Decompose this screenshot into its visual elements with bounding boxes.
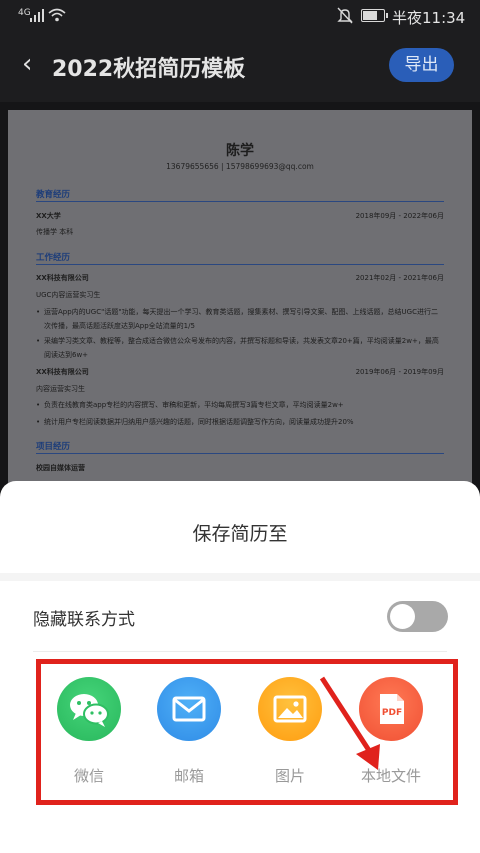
job-company: XX科技有限公司: [36, 368, 89, 376]
export-button[interactable]: 导出: [389, 48, 454, 82]
hide-contact-label: 隐藏联系方式: [33, 610, 135, 630]
network-type: 4G: [18, 8, 31, 18]
job-bullet: 采编学习类文章、教程等，整合成适合微信公众号发布的内容，并撰写标题和导读，共发表…: [36, 334, 444, 362]
job-bullet: 运营App内的UGC"话题"功能，每天提出一个学习、教育类话题，搜集素材、撰写引…: [36, 305, 444, 333]
job-role: UGC内容运营实习生: [36, 291, 101, 299]
job-bullet: 统计用户专栏阅读数据并归纳用户感兴趣的话题，同时根据话题调整写作方向，阅读量成功…: [36, 415, 444, 429]
highlight-box: [36, 659, 458, 805]
status-bar: 4G 半夜11:34: [0, 0, 480, 32]
battery-icon: [361, 9, 388, 22]
job-company: XX科技有限公司: [36, 274, 89, 282]
section-rule: [36, 453, 444, 454]
divider: [33, 651, 447, 652]
job-role: 内容运营实习生: [36, 385, 85, 393]
app-header: ‹ 2022秋招简历模板 导出: [0, 32, 480, 102]
wifi-icon: [48, 8, 66, 22]
project-title: 校园自媒体运营: [36, 464, 85, 472]
section-heading-work: 工作经历: [36, 253, 71, 263]
education-detail: 传播学 本科: [36, 228, 74, 236]
section-heading-project: 项目经历: [36, 442, 71, 452]
education-school: XX大学: [36, 212, 61, 220]
job-date: 2021年02月 - 2021年06月: [355, 274, 444, 282]
toggle-knob: [390, 604, 415, 629]
job-date: 2019年06月 - 2019年09月: [355, 368, 444, 376]
section-rule: [36, 264, 444, 265]
sheet-title: 保存简历至: [192, 523, 288, 545]
divider: [0, 573, 480, 581]
mute-icon: [337, 7, 353, 24]
annotation-arrow-icon: [319, 676, 380, 770]
signal-icon: [30, 9, 44, 22]
section-rule: [36, 201, 444, 202]
clock: 半夜11:34: [392, 9, 466, 27]
resume-preview-overlay: 陈学 13679655656 | 15798699693@qq.com 教育经历…: [0, 102, 480, 530]
save-sheet: 保存简历至 隐藏联系方式 微信 邮箱 图片 PDF 本地文件: [0, 481, 480, 853]
job-bullet: 负责在线教育类app专栏的内容撰写、审稿和更新，平均每周撰写3篇专栏文章，平均阅…: [36, 398, 444, 412]
resume-name: 陈学: [226, 143, 254, 159]
resume-contact: 13679655656 | 15798699693@qq.com: [166, 162, 314, 171]
hide-contact-toggle[interactable]: [387, 601, 448, 632]
section-heading-education: 教育经历: [36, 190, 71, 200]
education-date: 2018年09月 - 2022年06月: [355, 212, 444, 220]
back-icon[interactable]: ‹: [22, 50, 44, 78]
resume-preview: 陈学 13679655656 | 15798699693@qq.com 教育经历…: [8, 110, 472, 530]
page-title: 2022秋招简历模板: [52, 57, 246, 82]
